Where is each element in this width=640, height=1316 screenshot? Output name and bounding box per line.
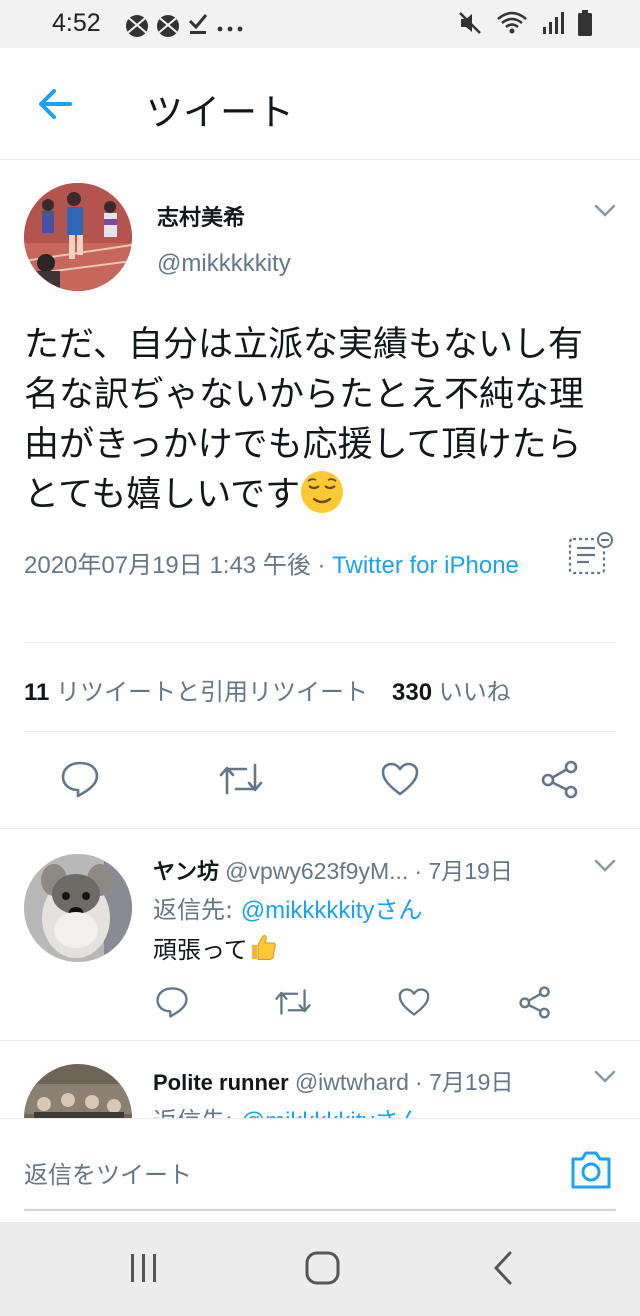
retweet-icon [275,989,311,1015]
chevron-down-icon [594,1070,616,1083]
like-stat[interactable]: 330 いいね [392,679,511,706]
thumbs-up-emoji [248,932,278,968]
recent-apps-icon [131,1254,156,1282]
home-icon [305,1251,340,1285]
tweet-text: ただ、自分は立派な実績もないし有名な訳ぢゃないからたとえ不純な理由がきっかけでも… [24,320,604,520]
reply-to-label: 返信先: [153,896,241,924]
divider [24,731,616,732]
reply-input[interactable]: 返信をツイート [24,1155,192,1190]
reply-text: 頑張って [153,930,278,968]
share-icon [541,760,578,799]
reply-menu-button[interactable] [593,858,617,878]
back-arrow-button[interactable] [34,82,78,126]
tweet-actions [0,755,640,805]
reply-header: ヤン坊 @vpwy623f9yM... · 7月19日 [153,852,513,886]
reply-icon [61,761,99,798]
soccer-ball-icon [157,14,179,37]
download-done-icon [188,12,208,39]
wifi-icon [496,10,528,40]
tweet-menu-button[interactable] [593,203,617,223]
author-avatar[interactable] [24,183,132,291]
back-icon [494,1251,512,1285]
reply-avatar[interactable] [24,854,132,962]
reply-to-mention[interactable]: @mikkkkkityさん [241,897,423,924]
reply-date: · 7月19日 [415,1069,514,1095]
reply-composer: 返信をツイート [0,1118,640,1222]
like-button[interactable] [397,987,431,1021]
signal-icon [542,11,564,39]
like-label: いいね [438,679,511,706]
like-icon [381,762,419,796]
like-button[interactable] [380,761,420,801]
tweet-timestamp: 2020年07月19日 1:43 午後 [24,552,311,579]
reply-button[interactable] [60,759,100,803]
chevron-down-icon [594,859,616,872]
avatar-photo [24,854,132,962]
divider [0,828,640,829]
reply-icon [156,987,188,1018]
status-bar: 4:52 [0,0,640,48]
avatar-photo [24,183,132,291]
camera-button[interactable] [569,1149,613,1195]
reply-author-handle[interactable]: @iwtwhard [295,1069,409,1095]
reply-author-handle[interactable]: @vpwy623f9yM... [225,858,408,884]
divider [0,1040,640,1041]
retweet-label: リツイートと引用リツイート [56,679,369,706]
reply-button[interactable] [155,985,189,1023]
author-handle[interactable]: @mikkkkkity [157,250,291,278]
translate-document-button[interactable] [567,530,615,582]
home-button[interactable] [303,1248,343,1292]
meta-separator: · [310,552,333,579]
retweet-count: 11 [24,679,50,706]
document-icon [568,532,613,575]
reply-date: · 7月19日 [414,858,513,884]
reply-body: 頑張って [153,936,248,964]
chevron-down-icon [594,204,616,217]
share-button[interactable] [540,759,580,803]
app-header: ツイート [0,48,640,160]
tweet-meta: 2020年07月19日 1:43 午後 · Twitter for iPhone [24,548,554,584]
recent-apps-button[interactable] [127,1248,161,1292]
retweet-stat[interactable]: 11 リツイートと引用リツイート [24,679,368,706]
reply-author-name[interactable]: ヤン坊 [153,859,219,884]
like-count: 330 [392,679,433,706]
nav-back-button[interactable] [486,1248,520,1292]
share-icon [519,986,550,1019]
relieved-face-emoji [300,470,344,514]
reply-author-name[interactable]: Polite runner [153,1070,289,1095]
tweet-source-link[interactable]: Twitter for iPhone [332,552,519,579]
tweet-stats: 11 リツイートと引用リツイート 330 いいね [24,672,511,707]
reply-to-line: 返信先: @mikkkkkityさん [153,890,422,925]
battery-icon [578,10,592,40]
mute-icon [458,10,482,40]
retweet-button[interactable] [274,987,312,1021]
retweet-icon [219,763,263,795]
status-time: 4:52 [52,9,101,37]
author-name[interactable]: 志村美希 [157,200,245,232]
system-nav-bar [0,1222,640,1316]
retweet-button[interactable] [218,761,264,801]
page-title: ツイート [146,91,294,134]
more-dots-icon [217,19,243,33]
divider [24,642,616,643]
soccer-ball-icon [126,14,148,37]
like-icon [398,988,430,1016]
reply-input-underline [24,1209,616,1211]
camera-icon [571,1151,611,1189]
arrow-left-icon [39,89,72,119]
reply-header: Polite runner @iwtwhard · 7月19日 [153,1063,513,1097]
share-button[interactable] [518,985,552,1023]
reply-menu-button[interactable] [593,1069,617,1089]
